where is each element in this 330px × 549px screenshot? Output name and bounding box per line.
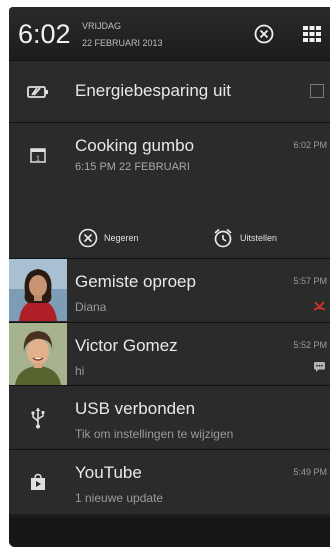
calendar-notification[interactable]: 1 Cooking gumbo 6:15 PM 22 FEBRUARI 6:02… bbox=[9, 122, 330, 265]
weekday: VRIJDAG bbox=[82, 21, 122, 31]
avatar bbox=[9, 259, 67, 321]
calendar-icon: 1 bbox=[9, 123, 67, 187]
snooze-button[interactable]: Uitstellen bbox=[212, 227, 277, 249]
notification-subtitle: 6:15 PM 22 FEBRUARI bbox=[75, 161, 190, 173]
snooze-label: Uitstellen bbox=[240, 233, 278, 243]
notification-title: USB verbonden bbox=[75, 399, 196, 418]
panel-handle[interactable] bbox=[9, 517, 330, 547]
notification-time: 5:49 PM bbox=[293, 467, 327, 477]
notification-title: Victor Gomez bbox=[75, 336, 178, 355]
notification-panel: 6:02 VRIJDAG 22 FEBRUARI 2013 Energiebes… bbox=[9, 7, 330, 547]
notification-title: Cooking gumbo bbox=[75, 136, 195, 155]
date-label: 22 FEBRUARI 2013 bbox=[82, 38, 163, 48]
avatar bbox=[9, 323, 67, 385]
power-saver-row[interactable]: Energiebesparing uit bbox=[9, 60, 330, 122]
notification-title: Gemiste oproep bbox=[75, 272, 196, 291]
message-icon bbox=[314, 362, 325, 372]
store-icon bbox=[9, 450, 67, 514]
notification-time: 6:02 PM bbox=[293, 140, 327, 150]
svg-text:1: 1 bbox=[36, 156, 40, 163]
dismiss-button[interactable]: Negeren bbox=[78, 228, 139, 248]
message-notification[interactable]: Victor Gomez hi 5:52 PM bbox=[9, 322, 330, 385]
clear-all-icon[interactable] bbox=[254, 24, 274, 44]
notification-subtitle: Tik om instellingen te wijzigen bbox=[75, 427, 234, 441]
status-header: 6:02 VRIJDAG 22 FEBRUARI 2013 bbox=[9, 7, 330, 59]
power-saver-checkbox[interactable] bbox=[310, 84, 324, 98]
usb-icon bbox=[9, 386, 67, 449]
clock: 6:02 bbox=[18, 19, 71, 49]
alarm-clock-icon bbox=[214, 228, 232, 248]
notification-time: 5:57 PM bbox=[293, 276, 327, 286]
notification-subtitle: hi bbox=[75, 364, 85, 378]
notification-title: YouTube bbox=[75, 463, 142, 482]
notification-time: 5:52 PM bbox=[293, 340, 327, 350]
notification-subtitle: 1 nieuwe update bbox=[75, 491, 164, 505]
dismiss-icon bbox=[78, 228, 98, 248]
notification-subtitle: Diana bbox=[75, 300, 107, 314]
usb-notification[interactable]: USB verbonden Tik om instellingen te wij… bbox=[9, 385, 330, 449]
battery-saver-icon bbox=[9, 61, 67, 122]
dismiss-label: Negeren bbox=[104, 233, 139, 243]
missed-call-notification[interactable]: Gemiste oproep Diana 5:57 PM bbox=[9, 258, 330, 322]
notification-title: Energiebesparing uit bbox=[75, 81, 231, 100]
youtube-notification[interactable]: YouTube 1 nieuwe update 5:49 PM bbox=[9, 449, 330, 514]
quick-settings-grid-icon[interactable] bbox=[302, 24, 322, 44]
missed-call-icon bbox=[313, 301, 326, 311]
